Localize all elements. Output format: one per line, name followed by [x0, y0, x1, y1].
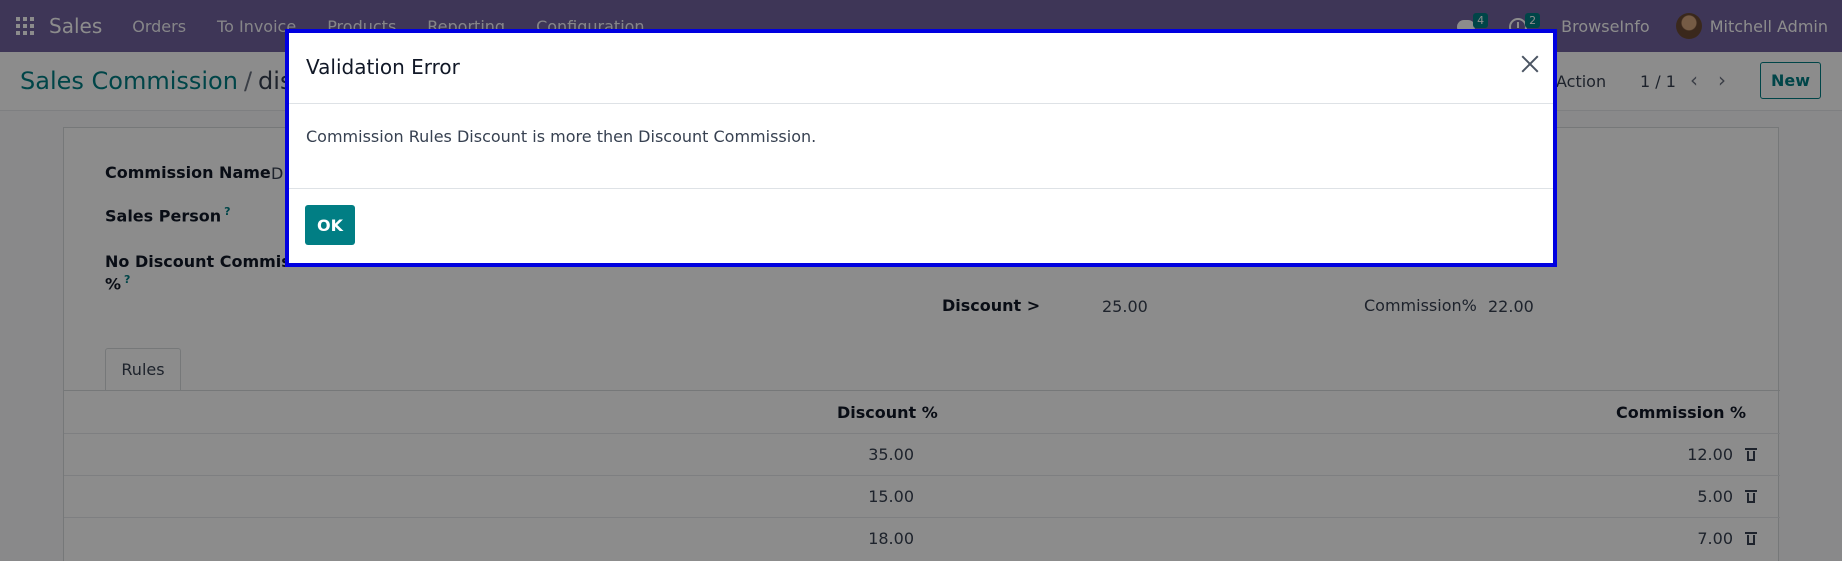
validation-error-dialog: Validation Error Commission Rules Discou…	[285, 29, 1557, 267]
ok-button[interactable]: OK	[305, 205, 355, 245]
dialog-message: Commission Rules Discount is more then D…	[306, 127, 817, 146]
close-icon[interactable]	[1519, 53, 1541, 75]
dialog-header: Validation Error	[289, 33, 1553, 104]
dialog-title: Validation Error	[306, 55, 460, 79]
dialog-footer-divider	[289, 188, 1553, 189]
